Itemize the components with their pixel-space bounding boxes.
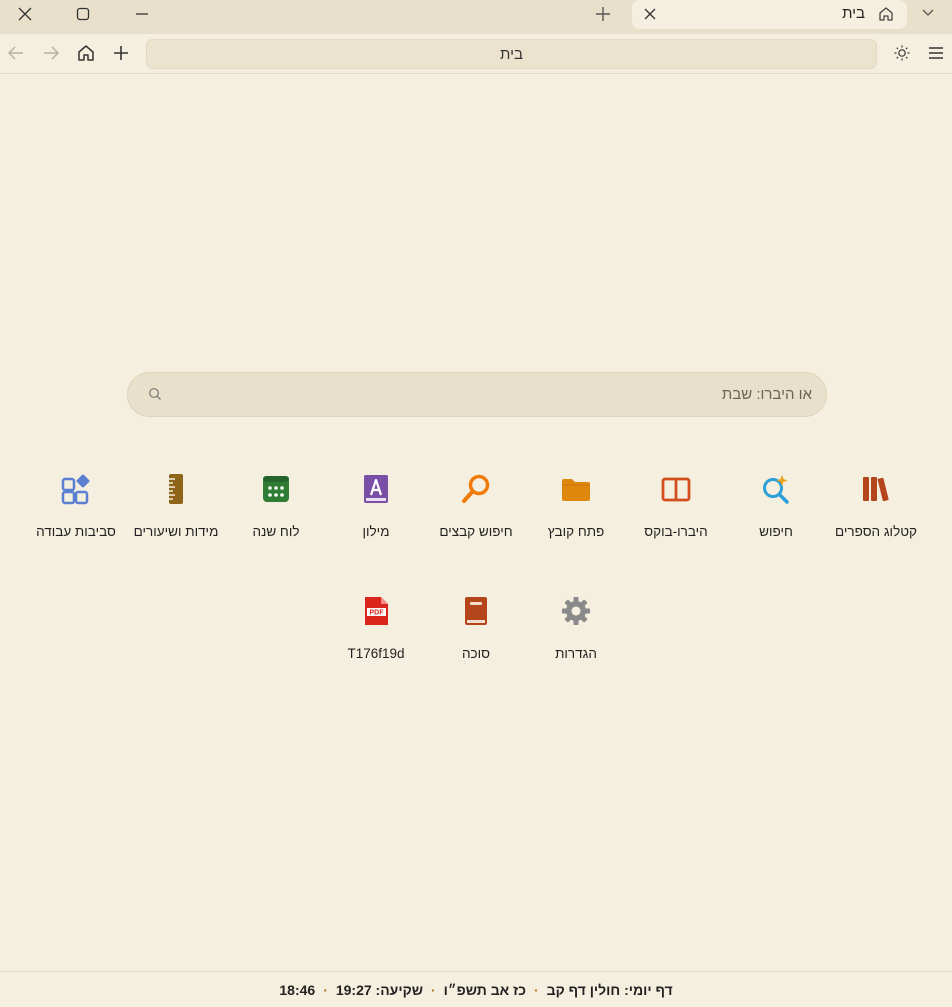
tile-label: T176f19d bbox=[347, 646, 405, 661]
menu-button[interactable] bbox=[925, 42, 947, 64]
navigation-toolbar: בית bbox=[0, 34, 952, 74]
home-icon bbox=[78, 45, 94, 61]
hebrew-date: כז אב תשפ״ו bbox=[443, 981, 526, 998]
plus-icon bbox=[596, 7, 610, 21]
close-icon bbox=[18, 7, 32, 21]
tile-label: סביבות עבודה bbox=[36, 524, 116, 539]
daf-yomi: דף יומי: חולין דף קב bbox=[546, 981, 673, 998]
tile-label: מידות ושיעורים bbox=[133, 524, 219, 539]
pdf-icon: PDF bbox=[360, 595, 392, 627]
tile-workspaces[interactable]: סביבות עבודה bbox=[26, 473, 126, 541]
status-bar: דף יומי: חולין דף קב · כז אב תשפ״ו · שקי… bbox=[0, 971, 952, 1007]
tile-open-file[interactable]: פתח קובץ bbox=[526, 473, 626, 541]
tab-title: בית bbox=[842, 5, 865, 22]
tile-label: הגדרות bbox=[555, 646, 597, 661]
tab-close-button[interactable] bbox=[642, 6, 658, 22]
sun-icon bbox=[894, 45, 910, 61]
add-button[interactable] bbox=[110, 42, 132, 64]
minimize-icon bbox=[136, 13, 148, 15]
close-window-button[interactable] bbox=[2, 0, 48, 28]
tile-hebrewbooks[interactable]: היברו-בוקס bbox=[626, 473, 726, 541]
tile-search[interactable]: חיפוש bbox=[726, 473, 826, 541]
book-icon bbox=[460, 595, 492, 627]
tile-calendar[interactable]: לוח שנה bbox=[226, 473, 326, 541]
tile-label: קטלוג הספרים bbox=[834, 524, 917, 539]
magnifier-icon bbox=[460, 473, 492, 505]
minimize-window-button[interactable] bbox=[119, 0, 165, 28]
tile-pdf-file[interactable]: PDF T176f19d bbox=[326, 595, 426, 663]
tile-sukkah[interactable]: סוכה bbox=[426, 595, 526, 663]
books-icon bbox=[860, 473, 892, 505]
new-tab-button[interactable] bbox=[593, 4, 613, 24]
hamburger-menu-icon bbox=[929, 47, 943, 59]
tab-home[interactable]: בית bbox=[632, 0, 907, 29]
tile-books-catalog[interactable]: קטלוג הספרים bbox=[826, 473, 926, 541]
tile-label: סוכה bbox=[461, 646, 490, 661]
gear-icon bbox=[560, 595, 592, 627]
forward-button[interactable] bbox=[40, 42, 62, 64]
tile-settings[interactable]: הגדרות bbox=[526, 595, 626, 663]
maximize-window-button[interactable] bbox=[60, 0, 106, 28]
dictionary-icon bbox=[360, 473, 392, 505]
arrow-right-icon bbox=[44, 46, 60, 60]
ai-search-icon bbox=[760, 473, 792, 505]
tile-dictionary[interactable]: מילון bbox=[326, 473, 426, 541]
tab-list-button[interactable] bbox=[920, 6, 936, 20]
home-icon bbox=[879, 7, 893, 21]
address-text: בית bbox=[500, 45, 523, 63]
tile-label: פתח קובץ bbox=[547, 524, 605, 539]
theme-toggle-button[interactable] bbox=[891, 42, 913, 64]
sunset-time: שקיעה: 19:27 bbox=[335, 981, 423, 998]
close-icon bbox=[644, 8, 656, 20]
separator-dot: · bbox=[323, 981, 328, 998]
back-button[interactable] bbox=[5, 42, 27, 64]
search-input[interactable] bbox=[172, 373, 812, 416]
ruler-icon bbox=[160, 473, 192, 505]
search-icon bbox=[149, 388, 161, 400]
tile-label: חיפוש קבצים bbox=[439, 524, 513, 539]
maximize-icon bbox=[76, 7, 90, 21]
tile-file-search[interactable]: חיפוש קבצים bbox=[426, 473, 526, 541]
tile-label: היברו-בוקס bbox=[644, 524, 708, 539]
open-book-icon bbox=[660, 473, 692, 505]
tile-label: לוח שנה bbox=[252, 524, 300, 539]
calendar-icon bbox=[260, 473, 292, 505]
title-bar: בית bbox=[0, 0, 952, 34]
current-time: 18:46 bbox=[279, 981, 316, 998]
separator-dot: · bbox=[533, 981, 539, 998]
chevron-down-icon bbox=[922, 9, 934, 16]
tile-label: חיפוש bbox=[759, 524, 793, 539]
plus-icon bbox=[114, 46, 128, 60]
home-button[interactable] bbox=[75, 42, 97, 64]
address-bar[interactable]: בית bbox=[146, 39, 877, 69]
separator-dot: · bbox=[431, 981, 436, 998]
arrow-left-icon bbox=[7, 46, 23, 60]
tile-measures[interactable]: מידות ושיעורים bbox=[126, 473, 226, 541]
tile-label: מילון bbox=[362, 524, 390, 539]
search-bar[interactable] bbox=[127, 372, 827, 417]
workspaces-icon bbox=[60, 473, 92, 505]
svg-text:PDF: PDF bbox=[370, 610, 385, 617]
folder-icon bbox=[560, 473, 592, 505]
